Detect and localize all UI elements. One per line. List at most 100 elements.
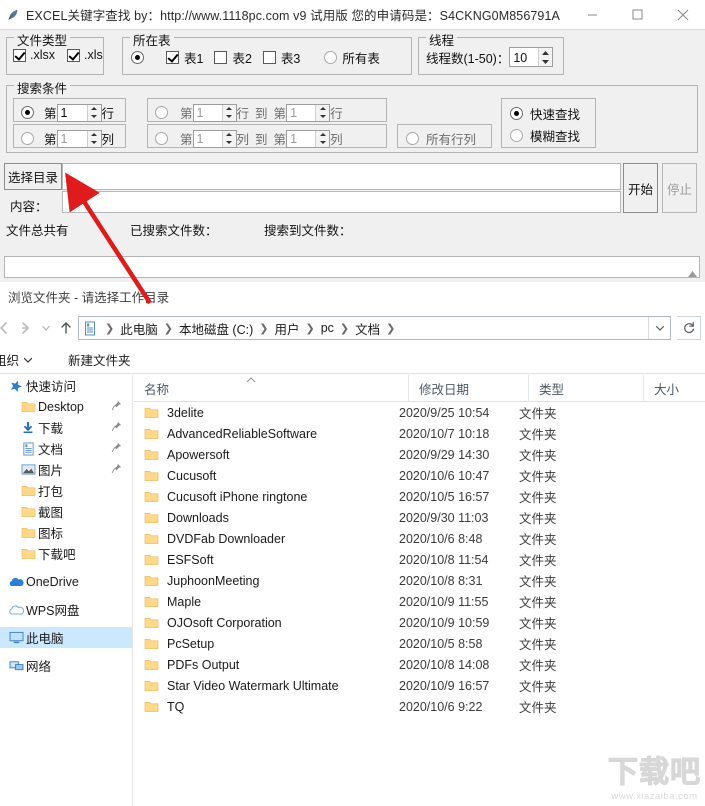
breadcrumb-0[interactable]: 此电脑	[118, 319, 160, 338]
row-range-to-up[interactable]	[316, 105, 329, 113]
radio-all-sheets[interactable]	[324, 51, 338, 64]
row-range-from-down[interactable]	[223, 113, 236, 121]
sidebar-item-wps-cloud[interactable]: WPS网盘	[0, 599, 132, 620]
table-row[interactable]: DVDFab Downloader 2020/10/6 8:48 文件夹	[134, 528, 705, 549]
chevron-down-icon[interactable]	[38, 315, 54, 341]
radio-fuzzy-search[interactable]	[510, 129, 523, 142]
row-range-panel[interactable]: 第 1 行 到 第 1 行	[147, 98, 387, 122]
sidebar-item-desktop[interactable]: Desktop	[0, 396, 132, 417]
col-range-from-down[interactable]	[223, 139, 236, 147]
radio-row-range[interactable]	[155, 106, 168, 119]
radio-specific-sheets[interactable]	[131, 51, 144, 64]
breadcrumb-3[interactable]: pc	[319, 321, 336, 335]
sidebar-item-pictures[interactable]: 图片	[0, 459, 132, 480]
table-row[interactable]: Downloads 2020/9/30 11:03 文件夹	[134, 507, 705, 528]
col-single-up[interactable]	[88, 131, 101, 139]
breadcrumb-4[interactable]: 文档	[353, 319, 382, 338]
col-single-panel[interactable]: 第 1 列	[13, 124, 126, 148]
breadcrumb-1[interactable]: 本地磁盘 (C:)	[177, 319, 255, 338]
maximize-button[interactable]	[615, 0, 660, 30]
address-dropdown-icon[interactable]	[648, 317, 670, 339]
sidebar-item-xiazaiba[interactable]: 下载吧	[0, 543, 132, 564]
table-row[interactable]: PDFs Output 2020/10/8 14:08 文件夹	[134, 654, 705, 675]
col-range-to-stepper[interactable]: 1	[286, 129, 331, 148]
address-bar[interactable]: ❯ 此电脑 ❯ 本地磁盘 (C:) ❯ 用户 ❯ pc ❯ 文档 ❯	[78, 316, 671, 340]
pin-icon[interactable]	[111, 463, 122, 477]
checkbox-xls[interactable]	[67, 48, 80, 62]
refresh-icon[interactable]	[677, 316, 701, 340]
thread-count-stepper[interactable]: 10	[509, 47, 554, 67]
row-single-panel[interactable]: 第 1 行	[13, 98, 126, 122]
pin-icon[interactable]	[111, 421, 122, 435]
row-single-stepper[interactable]: 1	[56, 103, 102, 122]
start-button[interactable]: 开始	[623, 163, 658, 213]
column-header-name[interactable]: 名称	[134, 374, 409, 402]
col-range-from-up[interactable]	[223, 131, 236, 139]
table-row[interactable]: Maple 2020/10/9 11:55 文件夹	[134, 591, 705, 612]
sidebar-item-screenshots[interactable]: 截图	[0, 501, 132, 522]
close-button[interactable]	[660, 0, 705, 30]
col-range-from-stepper[interactable]: 1	[192, 129, 237, 148]
row-single-down[interactable]	[88, 113, 101, 121]
file-list[interactable]: 名称 修改日期 类型 大小 3delite 2020/9/25 10:54 文件夹 A…	[134, 374, 705, 806]
col-single-stepper[interactable]: 1	[56, 129, 102, 148]
sidebar-item-network[interactable]: 网络	[0, 655, 132, 676]
results-list[interactable]	[4, 256, 700, 278]
sidebar-item-documents[interactable]: 文档	[0, 438, 132, 459]
table-row[interactable]: TQ 2020/10/6 9:22 文件夹	[134, 696, 705, 717]
table-row[interactable]: ESFSoft 2020/10/8 11:54 文件夹	[134, 549, 705, 570]
table-row[interactable]: 3delite 2020/9/25 10:54 文件夹	[134, 402, 705, 423]
dialog-sidebar[interactable]: 快速访问 Desktop 下载 文档 图片 打包 截图 图标 下载吧 OneDr…	[0, 375, 133, 806]
column-header-size[interactable]: 大小	[644, 375, 705, 402]
radio-row-single[interactable]	[21, 106, 34, 119]
col-single-down[interactable]	[88, 139, 101, 147]
radio-all-rows-cols[interactable]	[406, 132, 419, 145]
minimize-button[interactable]	[570, 0, 615, 30]
checkbox-sheet1[interactable]	[166, 51, 179, 64]
table-row[interactable]: OJOsoft Corporation 2020/10/9 10:59 文件夹	[134, 612, 705, 633]
directory-input[interactable]	[62, 163, 621, 190]
sidebar-item-downloads[interactable]: 下载	[0, 417, 132, 438]
column-header-type[interactable]: 类型	[529, 374, 644, 402]
stop-button[interactable]: 停止	[662, 163, 697, 213]
radio-col-single[interactable]	[21, 132, 34, 145]
row-range-to-down[interactable]	[316, 113, 329, 121]
row-single-up[interactable]	[88, 105, 101, 113]
col-range-to-down[interactable]	[316, 139, 329, 147]
col-range-panel[interactable]: 第 1 列 到 第 1 列	[147, 124, 387, 148]
radio-col-range[interactable]	[155, 132, 168, 145]
arrow-up-icon[interactable]	[54, 315, 78, 341]
sidebar-item-onedrive[interactable]: OneDrive	[0, 571, 132, 592]
table-row[interactable]: AdvancedReliableSoftware 2020/10/7 10:18 文…	[134, 423, 705, 444]
pin-icon[interactable]	[111, 442, 122, 456]
row-range-from-stepper[interactable]: 1	[192, 103, 237, 122]
table-row[interactable]: JuphoonMeeting 2020/10/8 8:31 文件夹	[134, 570, 705, 591]
checkbox-sheet3[interactable]	[262, 51, 276, 64]
table-row[interactable]: Star Video Watermark Ultimate 2020/10/9 1…	[134, 675, 705, 696]
table-row[interactable]: Cucusoft iPhone ringtone 2020/10/5 16:57 文…	[134, 486, 705, 507]
content-input[interactable]	[62, 191, 621, 213]
row-range-from-up[interactable]	[223, 105, 236, 113]
organize-menu[interactable]: 组织	[0, 350, 42, 369]
table-row[interactable]: Cucusoft 2020/10/6 10:47 文件夹	[134, 465, 705, 486]
sidebar-item-packaging[interactable]: 打包	[0, 480, 132, 501]
checkbox-xlsx[interactable]	[13, 48, 26, 62]
arrow-left-icon[interactable]	[0, 315, 12, 341]
checkbox-sheet2[interactable]	[214, 51, 228, 64]
table-row[interactable]: Apowersoft 2020/9/29 14:30 文件夹	[134, 444, 705, 465]
column-header-date[interactable]: 修改日期	[409, 374, 529, 402]
select-directory-button[interactable]: 选择目录	[4, 163, 62, 190]
sidebar-item-quick-access[interactable]: 快速访问	[0, 375, 132, 396]
all-rows-cols-panel[interactable]: 所有行列	[397, 124, 492, 148]
radio-fast-search[interactable]	[510, 107, 523, 120]
arrow-right-icon[interactable]	[12, 315, 38, 341]
pin-icon[interactable]	[111, 400, 122, 414]
row-range-to-stepper[interactable]: 1	[286, 103, 331, 122]
col-range-to-up[interactable]	[316, 131, 329, 139]
new-folder-button[interactable]: 新建文件夹	[58, 350, 141, 369]
thread-count-up[interactable]	[539, 48, 552, 57]
table-row[interactable]: PcSetup 2020/10/5 8:58 文件夹	[134, 633, 705, 654]
breadcrumb-2[interactable]: 用户	[272, 319, 301, 338]
scroll-up-icon[interactable]	[688, 264, 697, 282]
thread-count-down[interactable]	[539, 57, 552, 66]
